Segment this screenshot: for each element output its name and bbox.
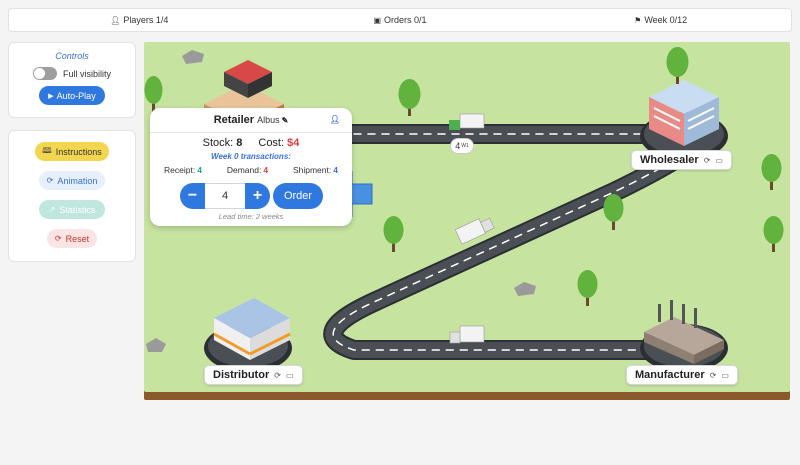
demand-label: Demand: — [226, 165, 262, 175]
statistics-button[interactable]: ↗ Statistics — [39, 200, 105, 219]
demand-value: 4 — [263, 165, 269, 175]
truck-badge-week: W1 — [461, 143, 469, 149]
demand-info: Demand: 4 — [227, 165, 268, 175]
orders-count: Orders 0/1 — [384, 15, 427, 25]
refresh-icon: ⟳ — [709, 370, 717, 380]
status-bar: 👤︎ Players 1/4 ▣ Orders 0/1 ⚑ Week 0/12 — [8, 8, 792, 32]
animation-label: Animation — [57, 175, 98, 186]
monitor-icon: ▭ — [721, 370, 729, 380]
full-visibility-label: Full visibility — [62, 68, 111, 79]
instructions-button[interactable]: 🕮︎ Instructions — [35, 142, 109, 161]
autoplay-label: Auto-Play — [56, 90, 96, 101]
wholesaler-name: Wholesaler — [640, 154, 699, 166]
week-transactions-title: Week 0 transactions: — [211, 152, 291, 161]
instructions-label: Instructions — [55, 146, 102, 157]
order-button[interactable]: Order — [273, 183, 323, 209]
refresh-icon: ⟳ — [54, 234, 62, 243]
receipt-value: 4 — [197, 165, 202, 175]
order-quantity-stepper: − + — [180, 183, 270, 209]
refresh-icon: ⟳ — [703, 155, 711, 165]
truck-shipment-badge: 4 W1 — [450, 138, 474, 154]
autoplay-button[interactable]: ▶ Auto-Play — [39, 86, 105, 105]
cost-value: $4 — [287, 137, 300, 149]
stock-value: 8 — [236, 137, 243, 149]
animation-button[interactable]: ⟳ Animation — [39, 171, 105, 190]
players-status: 👤︎ Players 1/4 — [9, 15, 270, 25]
distributor-name: Distributor — [213, 369, 270, 381]
week-count: Week 0/12 — [644, 15, 688, 25]
week-status: ⚑ Week 0/12 — [530, 15, 791, 25]
distributor-label[interactable]: Distributor ⟳ ▭ — [204, 365, 303, 385]
orders-status: ▣ Orders 0/1 — [270, 15, 531, 25]
refresh-icon: ⟳ — [274, 370, 281, 380]
person-icon[interactable]: 👤︎ — [330, 115, 340, 124]
statistics-label: Statistics — [59, 204, 96, 215]
flag-icon: ⚑ — [634, 15, 642, 25]
reset-button[interactable]: ⟳ Reset — [47, 229, 97, 248]
chart-icon: ↗ — [48, 205, 56, 214]
pencil-icon[interactable]: ✎ — [282, 116, 289, 125]
book-icon: 🕮︎ — [42, 145, 52, 155]
receipt-label: Receipt: — [164, 165, 196, 175]
controls-panel: Controls Full visibility ▶ Auto-Play — [8, 42, 136, 118]
monitor-icon: ▭ — [285, 370, 294, 380]
order-quantity-input[interactable] — [205, 183, 245, 209]
shipment-label: Shipment: — [292, 165, 332, 175]
cost-label: Cost: — [258, 137, 285, 149]
lead-time-note: Lead time: 2 weeks — [218, 212, 284, 221]
refresh-icon: ⟳ — [46, 176, 54, 185]
receipt-info: Receipt: 4 — [164, 165, 202, 175]
actions-panel: 🕮︎ Instructions ⟳ Animation ↗ Statistics… — [8, 130, 136, 262]
decrease-quantity-button[interactable]: − — [180, 183, 205, 209]
cost-info: Cost: $4 — [258, 137, 299, 149]
monitor-icon: ▭ — [715, 155, 723, 165]
wholesaler-label[interactable]: Wholesaler ⟳ ▭ — [631, 150, 732, 170]
retailer-player-name: Albus — [257, 115, 280, 125]
stock-info: Stock: 8 — [203, 137, 243, 149]
play-icon: ▶ — [48, 92, 54, 100]
shipment-value: 4 — [333, 165, 338, 175]
controls-title: Controls — [55, 51, 89, 61]
truck-badge-count: 4 — [455, 141, 461, 151]
players-count: Players 1/4 — [123, 15, 169, 25]
increase-quantity-button[interactable]: + — [245, 183, 270, 209]
retailer-card-header: Retailer Albus ✎ 👤︎ — [150, 108, 352, 133]
reset-label: Reset — [65, 233, 90, 244]
shipment-info: Shipment: 4 — [293, 165, 338, 175]
person-icon: 👤︎ — [110, 15, 121, 25]
box-icon: ▣ — [373, 15, 382, 25]
manufacturer-name: Manufacturer — [635, 369, 705, 381]
retailer-card: Retailer Albus ✎ 👤︎ Stock: 8 Cost: $4 We… — [150, 108, 352, 226]
stock-label: Stock: — [202, 137, 234, 149]
transactions-row: Receipt: 4 Demand: 4 Shipment: 4 — [150, 165, 352, 175]
full-visibility-toggle[interactable] — [32, 67, 57, 80]
retailer-title: Retailer — [213, 114, 255, 126]
full-visibility-row: Full visibility — [9, 67, 135, 80]
manufacturer-label[interactable]: Manufacturer ⟳ ▭ — [626, 365, 738, 385]
stock-cost-row: Stock: 8 Cost: $4 — [150, 137, 352, 149]
